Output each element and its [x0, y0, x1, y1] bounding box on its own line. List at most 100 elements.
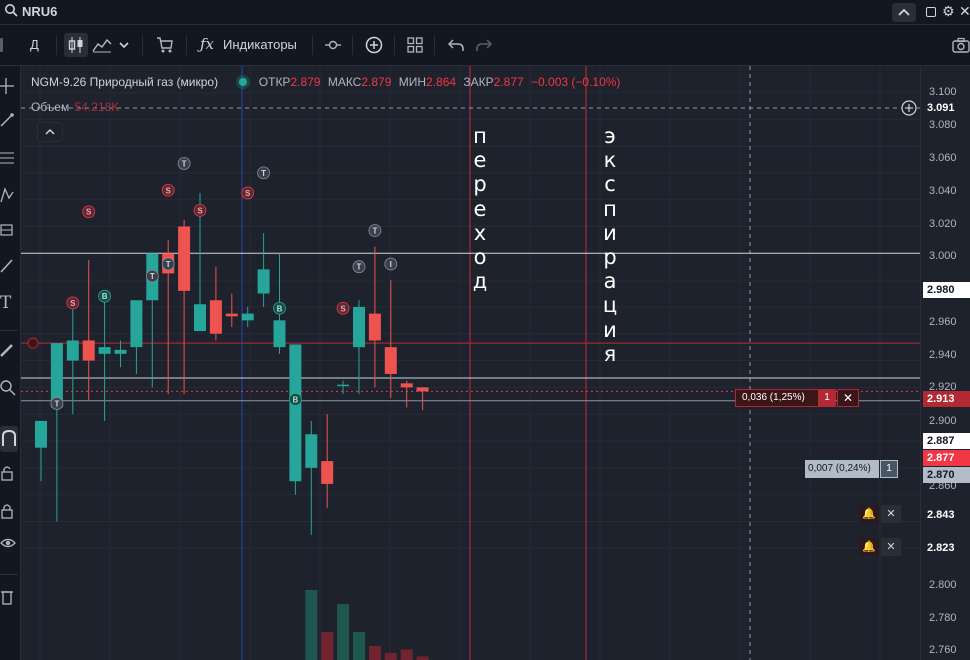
alert-close-icon[interactable]: ✕ [881, 538, 901, 556]
search-icon[interactable] [4, 3, 18, 22]
sidebar-toggle[interactable] [0, 38, 3, 52]
trash-icon[interactable] [0, 588, 14, 606]
annotation-letter: х [473, 220, 487, 245]
order-line-handle[interactable] [27, 337, 39, 349]
high-value: 2.879 [361, 75, 392, 89]
trend-line-icon[interactable] [0, 112, 14, 128]
open-value: 2.879 [290, 75, 321, 89]
candle-body[interactable] [66, 340, 79, 361]
annotation-perehod[interactable]: переход [471, 124, 489, 293]
interval-button[interactable]: Д [30, 37, 39, 52]
text-tool-icon[interactable]: T [0, 294, 11, 312]
volume-bar [400, 649, 413, 660]
layout-grid-icon[interactable] [407, 37, 423, 53]
candle-body[interactable] [82, 340, 95, 361]
chart-pane[interactable]: T S S B T T S T S S T B B S T T I NGM-9.26 Природный газ… [21, 66, 920, 660]
zoom-icon[interactable] [0, 380, 16, 396]
separator [394, 35, 395, 55]
volume-bar [305, 590, 318, 660]
annotation-letter: р [603, 245, 617, 270]
price-tick: 3.020 [929, 218, 957, 230]
alert-close-icon[interactable]: ✕ [881, 505, 901, 523]
candle-body[interactable] [289, 344, 302, 482]
add-icon[interactable] [365, 36, 383, 54]
trade-marker-label: B [102, 292, 108, 301]
annotation-expiration[interactable]: экспирация [601, 124, 619, 366]
magnet-button[interactable] [0, 426, 18, 452]
symbol-search[interactable]: NRU6 [22, 4, 57, 19]
candle-body[interactable] [178, 226, 191, 291]
candle-body[interactable] [35, 420, 47, 448]
collapse-button[interactable] [892, 3, 916, 22]
candle-body[interactable] [384, 347, 397, 374]
brush-icon[interactable] [0, 258, 14, 274]
change-value: −0.003 (−0.10%) [531, 75, 621, 89]
candles-icon [68, 37, 83, 53]
crosshair-icon[interactable] [0, 78, 14, 94]
candle-body[interactable] [114, 349, 127, 354]
trade-marker-label: T [150, 272, 155, 281]
low-label: МИН [398, 75, 427, 89]
redo-icon[interactable] [476, 37, 492, 53]
lock-icon[interactable] [0, 502, 14, 520]
price-axis[interactable]: 3.100 3.080 3.060 3.040 3.020 3.000 2.96… [920, 66, 970, 660]
trade-marker-label: T [182, 159, 187, 168]
candle-body[interactable] [400, 383, 413, 388]
lock-drawings-icon[interactable] [0, 464, 14, 482]
price-tick: 2.780 [929, 612, 957, 624]
candle-body[interactable] [241, 313, 254, 321]
alert-bell-icon[interactable]: 🔔 [859, 505, 879, 523]
candle-body[interactable] [337, 384, 350, 387]
fib-icon[interactable] [0, 150, 14, 166]
order-qty: 1 [818, 389, 836, 407]
price-tick: 3.040 [929, 185, 957, 197]
eye-icon[interactable] [0, 536, 16, 550]
price-tick: 3.060 [929, 152, 957, 164]
annotation-letter: я [603, 341, 617, 366]
candle-body[interactable] [353, 306, 365, 348]
candle-body[interactable] [225, 313, 238, 317]
drawing-toolbar: T [0, 66, 21, 660]
order-close-icon[interactable]: ✕ [837, 389, 859, 407]
prediction-icon[interactable] [0, 222, 14, 238]
undo-icon[interactable] [448, 37, 464, 53]
gear-icon[interactable]: ⚙ [942, 2, 955, 20]
candle-body[interactable] [321, 461, 334, 484]
trade-marker-label: S [197, 206, 203, 215]
candle-body[interactable] [273, 320, 286, 348]
volume-label: Объем [31, 100, 70, 114]
trade-marker-label: S [245, 189, 251, 198]
annotation-letter: с [604, 172, 616, 197]
alert-bell-icon[interactable]: 🔔 [859, 538, 879, 556]
candle-body[interactable] [98, 347, 111, 354]
candle-body[interactable] [416, 387, 429, 392]
window-icon[interactable] [926, 7, 936, 17]
separator [142, 35, 143, 55]
price-tick: 2.900 [929, 415, 957, 427]
cart-icon[interactable] [156, 36, 174, 54]
annotation-letter: к [603, 148, 617, 173]
area-chart-icon[interactable] [92, 36, 112, 54]
legend-title[interactable]: NGM-9.26 Природный газ (микро) [31, 75, 218, 89]
trade-marker-label: T [357, 263, 362, 272]
camera-icon[interactable] [952, 37, 970, 53]
alert-replay-icon[interactable] [324, 37, 342, 53]
fx-icon: ƒx [200, 35, 215, 53]
close-icon[interactable]: ✕ [959, 2, 970, 20]
chart-type-button[interactable] [64, 33, 88, 57]
candle-body[interactable] [209, 300, 222, 334]
candle-body[interactable] [368, 313, 381, 341]
annotation-letter: р [473, 172, 487, 197]
candle-body[interactable] [257, 269, 270, 294]
volume-legend: Объем 54.218K [31, 100, 119, 114]
chevron-down-icon[interactable] [118, 39, 130, 51]
position-qty: 1 [880, 460, 898, 478]
ruler-icon[interactable] [0, 342, 14, 358]
pattern-icon[interactable] [0, 186, 14, 204]
chevron-up-icon [45, 128, 55, 135]
candle-body[interactable] [194, 304, 206, 332]
high-label: МАКС [327, 75, 362, 89]
candle-body[interactable] [130, 300, 143, 348]
collapse-legend-button[interactable] [37, 122, 63, 142]
candle-body[interactable] [305, 434, 318, 468]
